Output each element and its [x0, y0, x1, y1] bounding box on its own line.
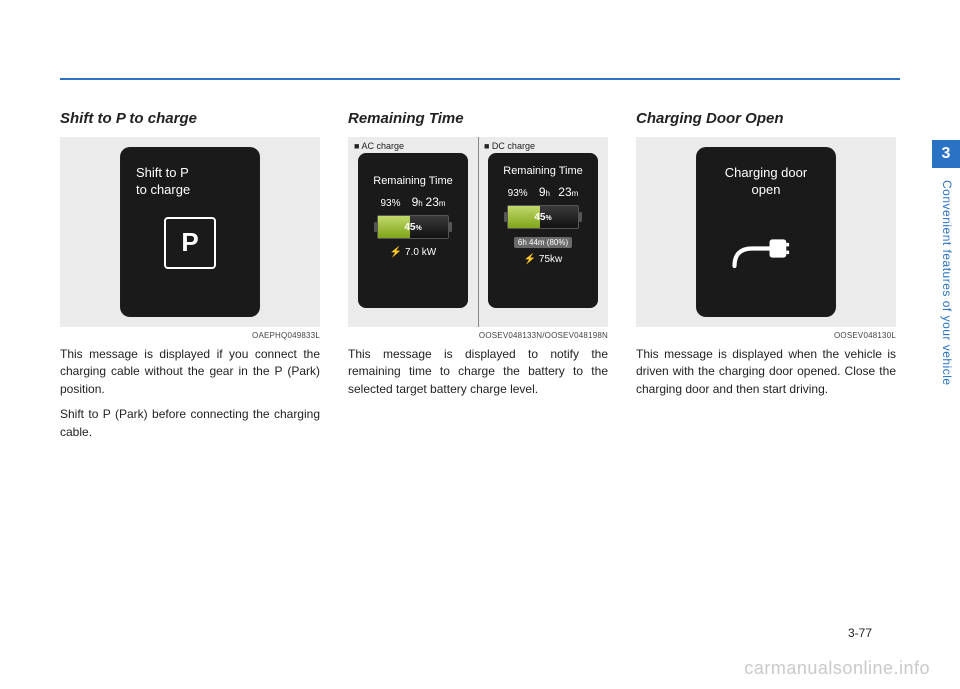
illustration-shift-to-p: Shift to P to charge P: [60, 137, 320, 327]
col-shift-to-p: Shift to P to charge Shift to P to charg…: [60, 110, 320, 449]
half-dc: ■ DC charge Remaining Time 93% 9h 23m: [478, 137, 608, 327]
cluster-screen-dc: Remaining Time 93% 9h 23m 45%: [488, 153, 598, 308]
watermark: carmanualsonline.info: [744, 658, 930, 679]
figure-caption: OOSEV048130L: [636, 331, 896, 340]
park-icon-label: P: [181, 227, 198, 258]
remaining-time-title: Remaining Time: [373, 175, 452, 187]
content-columns: Shift to P to charge Shift to P to charg…: [60, 110, 900, 449]
screen-line2: open: [752, 182, 781, 197]
remaining-time-line: 93% 9h 23m: [508, 185, 579, 199]
top-rule: [60, 78, 900, 80]
paragraph: This message is displayed when the vehic…: [636, 346, 896, 398]
target-pct: 93%: [508, 188, 528, 199]
screen-title: Charging door open: [696, 165, 836, 199]
dc-charge-label: ■ DC charge: [478, 137, 539, 153]
chapter-number: 3: [942, 145, 951, 163]
paragraph: This message is displayed to notify the …: [348, 346, 608, 398]
battery-percent: 45%: [534, 212, 551, 223]
target-pct: 93%: [380, 198, 400, 209]
illustration-charging-door: Charging door open: [636, 137, 896, 327]
cluster-screen: Charging door open: [696, 147, 836, 317]
battery-icon: 45%: [507, 205, 579, 229]
power-reading: ⚡ 7.0 kW: [390, 247, 436, 258]
page-number: 3-77: [848, 626, 872, 640]
remaining-time-line: 93% 9h 23m: [380, 195, 445, 209]
chapter-tab: 3: [932, 140, 960, 168]
illustration-remaining-time: ■ AC charge Remaining Time 93% 9h 23m: [348, 137, 608, 327]
cluster-screen-ac: Remaining Time 93% 9h 23m 45%: [358, 153, 468, 308]
paragraph: Shift to P (Park) before connecting the …: [60, 406, 320, 441]
hours-unit: h: [418, 199, 422, 208]
screen-line1: Charging door: [725, 165, 807, 180]
minutes: 23: [558, 185, 571, 199]
target-time-pill: 6h 44m (80%): [514, 237, 572, 248]
battery-icon: 45%: [377, 215, 449, 239]
screen-line2: to charge: [136, 182, 190, 197]
plug-cable-icon: [731, 215, 801, 275]
cluster-screen: Shift to P to charge P: [120, 147, 260, 317]
power-reading: ⚡ 75kw: [524, 254, 563, 265]
half-ac: ■ AC charge Remaining Time 93% 9h 23m: [348, 137, 478, 327]
body-text: This message is displayed if you connect…: [60, 346, 320, 441]
section-heading: Remaining Time: [348, 110, 608, 127]
remaining-time-title: Remaining Time: [503, 165, 582, 177]
chapter-title-vertical: Convenient features of your vehicle: [938, 180, 954, 480]
figure-caption: OAEPHQ049833L: [60, 331, 320, 340]
screen-title: Shift to P to charge: [120, 165, 260, 199]
section-heading: Charging Door Open: [636, 110, 896, 127]
battery-percent: 45%: [404, 222, 421, 233]
park-icon: P: [164, 217, 216, 269]
col-remaining-time: Remaining Time ■ AC charge Remaining Tim…: [348, 110, 608, 449]
minutes-unit: m: [439, 199, 446, 208]
col-charging-door-open: Charging Door Open Charging door open OO…: [636, 110, 896, 449]
minutes-unit: m: [572, 189, 579, 198]
hours: 9: [539, 185, 546, 199]
body-text: This message is displayed to notify the …: [348, 346, 608, 398]
screen-line1: Shift to P: [136, 165, 189, 180]
body-text: This message is displayed when the vehic…: [636, 346, 896, 398]
paragraph: This message is displayed if you connect…: [60, 346, 320, 398]
minutes: 23: [426, 195, 439, 209]
figure-caption: OOSEV048133N/OOSEV048198N: [348, 331, 608, 340]
ac-charge-label: ■ AC charge: [348, 137, 408, 153]
manual-page: Shift to P to charge Shift to P to charg…: [60, 60, 900, 630]
section-heading: Shift to P to charge: [60, 110, 320, 127]
hours-unit: h: [546, 189, 550, 198]
